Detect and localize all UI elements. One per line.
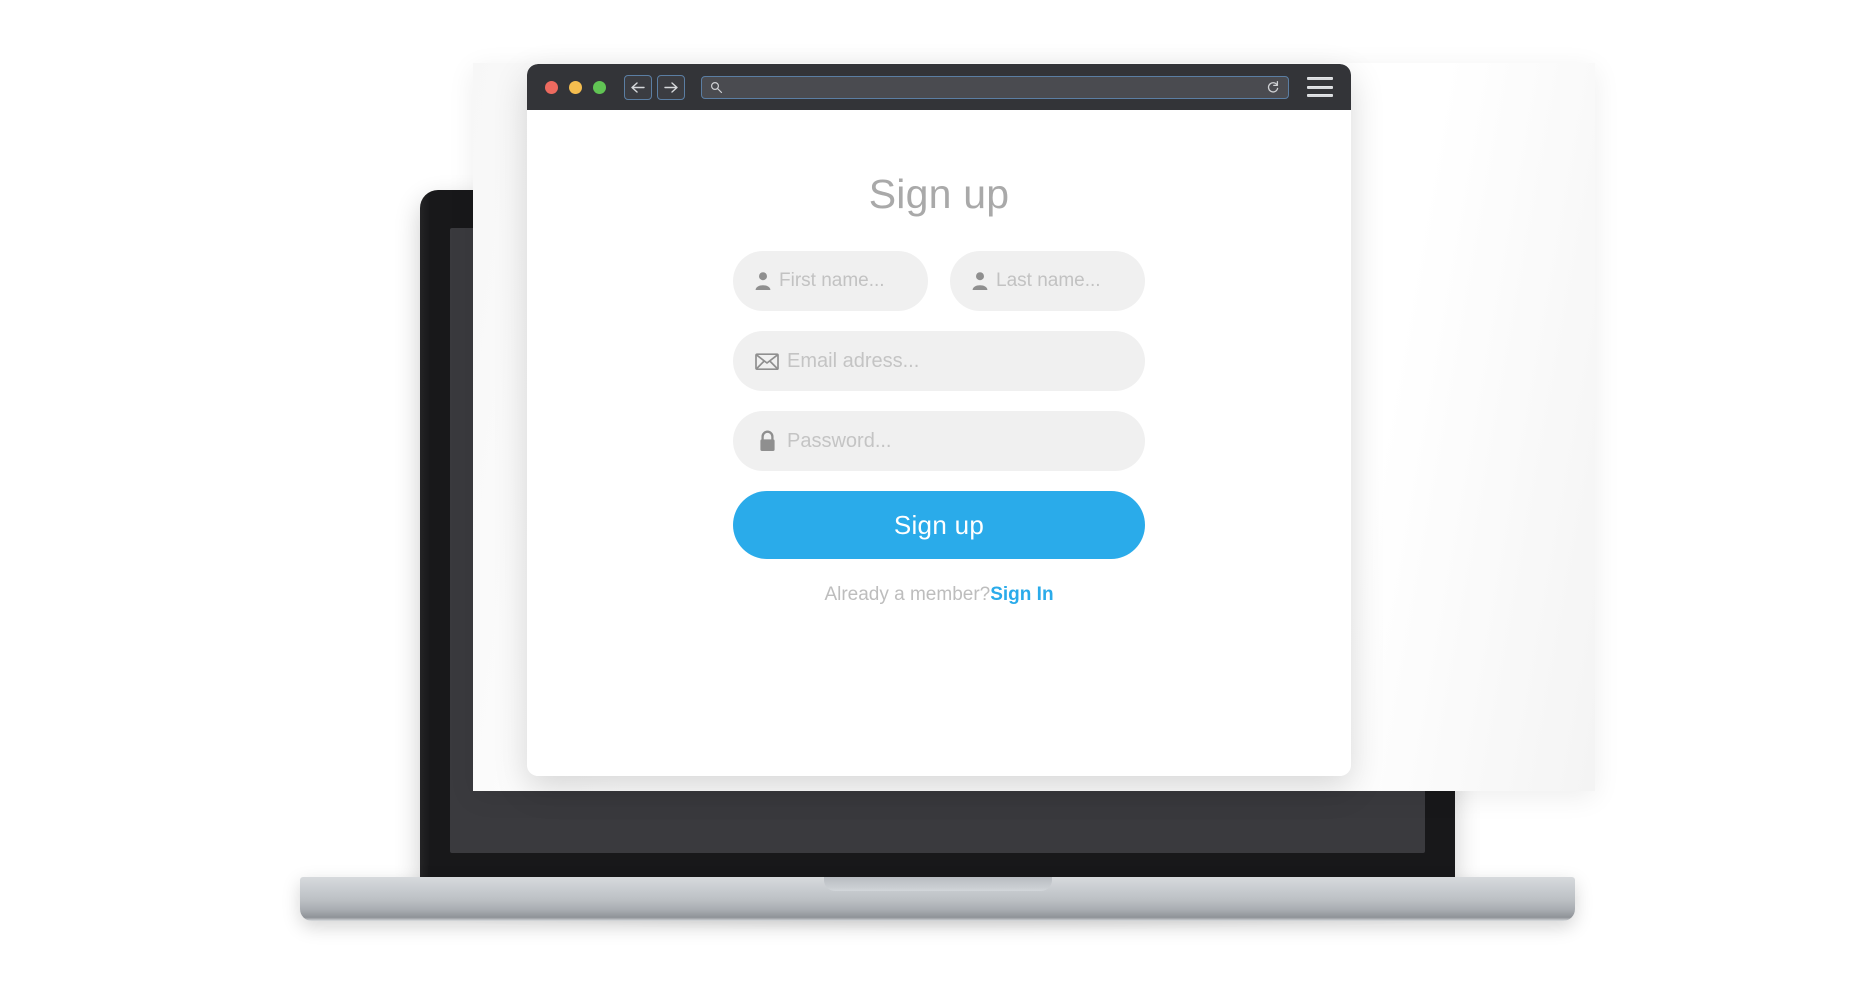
minimize-window-button[interactable] — [569, 80, 582, 94]
browser-window: Sign up First name... Last name... Email… — [527, 64, 1351, 776]
signup-page: Sign up First name... Last name... Email… — [527, 110, 1351, 776]
navigation-buttons — [624, 74, 685, 100]
signin-prompt-text: Already a member? — [824, 584, 991, 605]
first-name-placeholder: First name... — [779, 270, 885, 291]
hamburger-bar — [1307, 77, 1333, 80]
name-fields-row: First name... Last name... — [733, 251, 1145, 311]
signin-prompt: Already a member?Sign In — [733, 585, 1145, 604]
maximize-window-button[interactable] — [593, 80, 606, 94]
close-window-button[interactable] — [545, 80, 558, 94]
back-button[interactable] — [624, 74, 652, 100]
last-name-placeholder: Last name... — [996, 270, 1101, 291]
browser-chrome — [527, 64, 1351, 110]
reload-icon[interactable] — [1266, 80, 1280, 94]
signup-submit-button[interactable]: Sign up — [733, 491, 1145, 559]
scene: Sign up First name... Last name... Email… — [0, 0, 1875, 982]
envelope-icon — [755, 349, 779, 373]
laptop-base-notch — [823, 877, 1052, 891]
arrow-left-icon — [631, 81, 645, 93]
password-placeholder: Password... — [787, 429, 892, 452]
window-controls — [545, 80, 606, 94]
hamburger-bar — [1307, 85, 1333, 89]
search-icon — [710, 81, 723, 93]
menu-button[interactable] — [1307, 77, 1333, 97]
forward-button[interactable] — [657, 74, 685, 100]
laptop-base — [300, 877, 1575, 921]
password-input[interactable]: Password... — [733, 411, 1145, 471]
page-title: Sign up — [868, 171, 1010, 217]
email-input[interactable]: Email adress... — [733, 331, 1145, 391]
first-name-input[interactable]: First name... — [733, 251, 928, 311]
hamburger-bar — [1307, 94, 1333, 97]
sign-in-link[interactable]: Sign In — [990, 584, 1053, 605]
arrow-right-icon — [664, 81, 678, 93]
email-placeholder: Email adress... — [787, 349, 920, 372]
signup-form: First name... Last name... Email adress.… — [733, 251, 1145, 604]
address-bar[interactable] — [701, 75, 1289, 99]
person-icon — [968, 269, 992, 293]
lock-icon — [755, 429, 779, 453]
last-name-input[interactable]: Last name... — [950, 251, 1145, 311]
person-icon — [751, 269, 775, 293]
